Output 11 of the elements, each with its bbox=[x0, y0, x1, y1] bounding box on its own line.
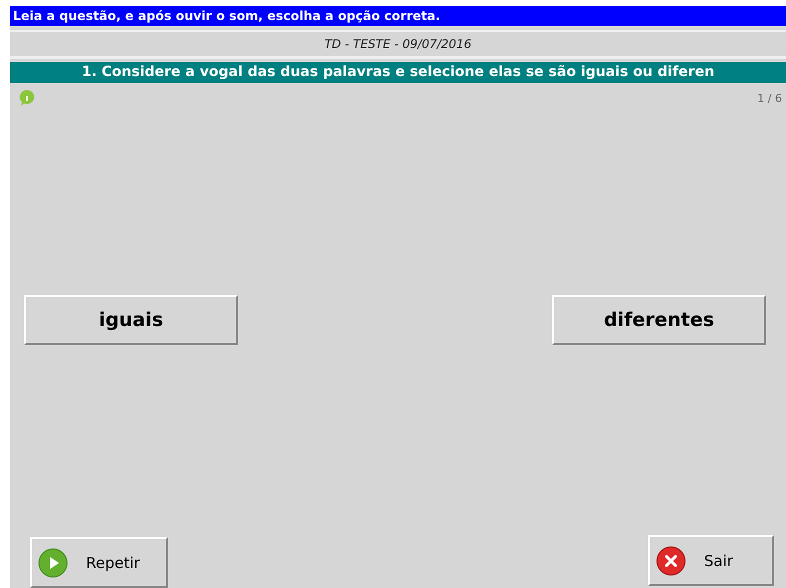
repeat-button[interactable]: Repetir bbox=[30, 537, 168, 588]
exit-button[interactable]: Sair bbox=[648, 535, 774, 586]
question-counter: 1 / 6 bbox=[757, 91, 783, 105]
answer-button[interactable]: iguais bbox=[24, 295, 238, 345]
play-icon bbox=[38, 548, 68, 578]
instruction-text: Leia a questão, e após ouvir o som, escolha a opção correta. bbox=[10, 6, 786, 26]
close-icon bbox=[656, 546, 686, 576]
answer-button[interactable]: diferentes bbox=[552, 295, 766, 345]
test-title: TD - TESTE - 09/07/2016 bbox=[10, 30, 786, 59]
question-text: 1. Considere a vogal das duas palavras e selecione elas se são iguais ou diferen bbox=[10, 62, 786, 83]
info-bubble-icon[interactable] bbox=[18, 89, 36, 107]
